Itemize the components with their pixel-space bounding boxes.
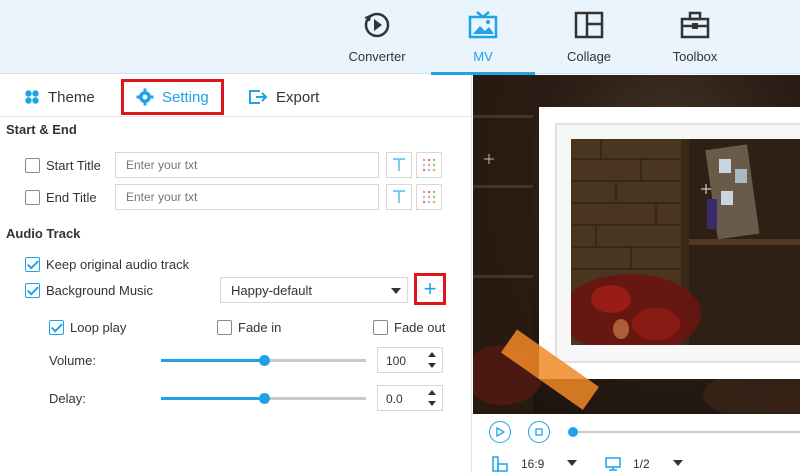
volume-stepper[interactable]: 100 <box>377 347 443 373</box>
delay-value: 0.0 <box>386 392 403 406</box>
collage-icon <box>574 11 604 39</box>
end-title-text-style-button[interactable] <box>386 184 412 210</box>
stepper-up-icon[interactable] <box>428 390 436 395</box>
keep-original-audio-checkbox[interactable] <box>25 257 40 272</box>
nav-toolbox-label: Toolbox <box>672 49 718 64</box>
start-end-heading: Start & End <box>6 122 77 137</box>
fireplace-scene <box>571 139 800 345</box>
top-nav: Converter MV Collage Toolbox <box>0 0 800 75</box>
end-title-checkbox[interactable] <box>25 190 40 205</box>
page-indicator: 1/2 <box>633 457 650 471</box>
fade-in-checkbox[interactable] <box>217 320 232 335</box>
aspect-ratio-icon <box>492 456 508 472</box>
tab-theme-label: Theme <box>48 88 95 106</box>
page-dropdown-icon[interactable] <box>673 460 683 466</box>
start-title-checkbox[interactable] <box>25 158 40 173</box>
settings-panel: Theme Setting Export Start & End Start T… <box>0 75 472 473</box>
tab-theme[interactable]: Theme <box>24 81 95 113</box>
keep-original-audio-label: Keep original audio track <box>46 257 190 272</box>
video-preview <box>473 75 800 414</box>
tab-setting[interactable]: Setting <box>121 79 224 115</box>
audio-track-heading: Audio Track <box>6 226 81 241</box>
delay-slider-fill <box>161 397 264 400</box>
background-music-selected: Happy-default <box>231 283 312 298</box>
volume-label: Volume: <box>49 353 96 368</box>
tab-setting-label: Setting <box>162 88 209 106</box>
playback-progress[interactable] <box>568 427 800 437</box>
background-music-label: Background Music <box>46 283 153 298</box>
volume-value: 100 <box>386 354 407 368</box>
playback-progress-thumb[interactable] <box>568 427 578 437</box>
converter-icon <box>364 12 390 38</box>
volume-slider-thumb[interactable] <box>258 355 270 366</box>
play-icon <box>496 427 505 437</box>
mv-icon <box>468 11 498 39</box>
export-icon <box>249 90 268 104</box>
stepper-down-icon[interactable] <box>428 401 436 406</box>
aspect-ratio-value: 16:9 <box>521 457 545 471</box>
nav-collage-label: Collage <box>566 49 612 64</box>
plus-icon: + <box>423 276 437 301</box>
end-title-input[interactable] <box>115 184 379 210</box>
monitor-icon <box>605 457 621 471</box>
toolbox-icon <box>680 11 710 39</box>
nav-converter[interactable]: Converter <box>325 0 429 74</box>
tab-export[interactable]: Export <box>248 81 319 113</box>
nav-converter-label: Converter <box>348 49 406 64</box>
tab-bar: Theme Setting Export <box>0 75 472 117</box>
theme-icon <box>25 90 39 104</box>
color-grid-icon <box>422 190 436 204</box>
delay-slider-thumb[interactable] <box>258 393 270 404</box>
preview-photo <box>571 139 800 345</box>
add-music-button[interactable]: + <box>414 273 446 305</box>
fade-out-label: Fade out <box>394 320 446 335</box>
aspect-ratio-dropdown-icon[interactable] <box>567 460 577 466</box>
chevron-down-icon <box>391 288 401 294</box>
background-music-checkbox[interactable] <box>25 283 40 298</box>
loop-play-label: Loop play <box>70 320 127 335</box>
volume-slider[interactable] <box>161 355 366 366</box>
nav-mv[interactable]: MV <box>431 0 535 75</box>
end-title-label: End Title <box>46 190 97 205</box>
stop-button[interactable] <box>528 421 550 443</box>
background-music-select[interactable]: Happy-default <box>220 277 408 303</box>
preview-panel: 16:9 1/2 <box>473 75 800 473</box>
start-title-label: Start Title <box>46 158 101 173</box>
player-controls: 16:9 1/2 <box>473 414 800 473</box>
start-title-input[interactable] <box>115 152 379 178</box>
delay-slider[interactable] <box>161 393 366 404</box>
tab-export-label: Export <box>276 88 320 106</box>
gear-icon <box>136 88 154 106</box>
delay-label: Delay: <box>49 391 86 406</box>
play-button[interactable] <box>489 421 511 443</box>
stepper-up-icon[interactable] <box>428 352 436 357</box>
text-t-icon <box>393 158 405 171</box>
nav-toolbox[interactable]: Toolbox <box>643 0 747 74</box>
loop-play-checkbox[interactable] <box>49 320 64 335</box>
start-title-text-style-button[interactable] <box>386 152 412 178</box>
nav-collage[interactable]: Collage <box>537 0 641 74</box>
volume-slider-fill <box>161 359 264 362</box>
color-grid-icon <box>422 158 436 172</box>
delay-stepper[interactable]: 0.0 <box>377 385 443 411</box>
end-title-color-button[interactable] <box>416 184 442 210</box>
nav-mv-label: MV <box>473 49 493 64</box>
text-t-icon <box>393 190 405 203</box>
fade-in-label: Fade in <box>238 320 282 335</box>
start-title-color-button[interactable] <box>416 152 442 178</box>
stepper-down-icon[interactable] <box>428 363 436 368</box>
stop-icon <box>535 428 543 436</box>
fade-out-checkbox[interactable] <box>373 320 388 335</box>
